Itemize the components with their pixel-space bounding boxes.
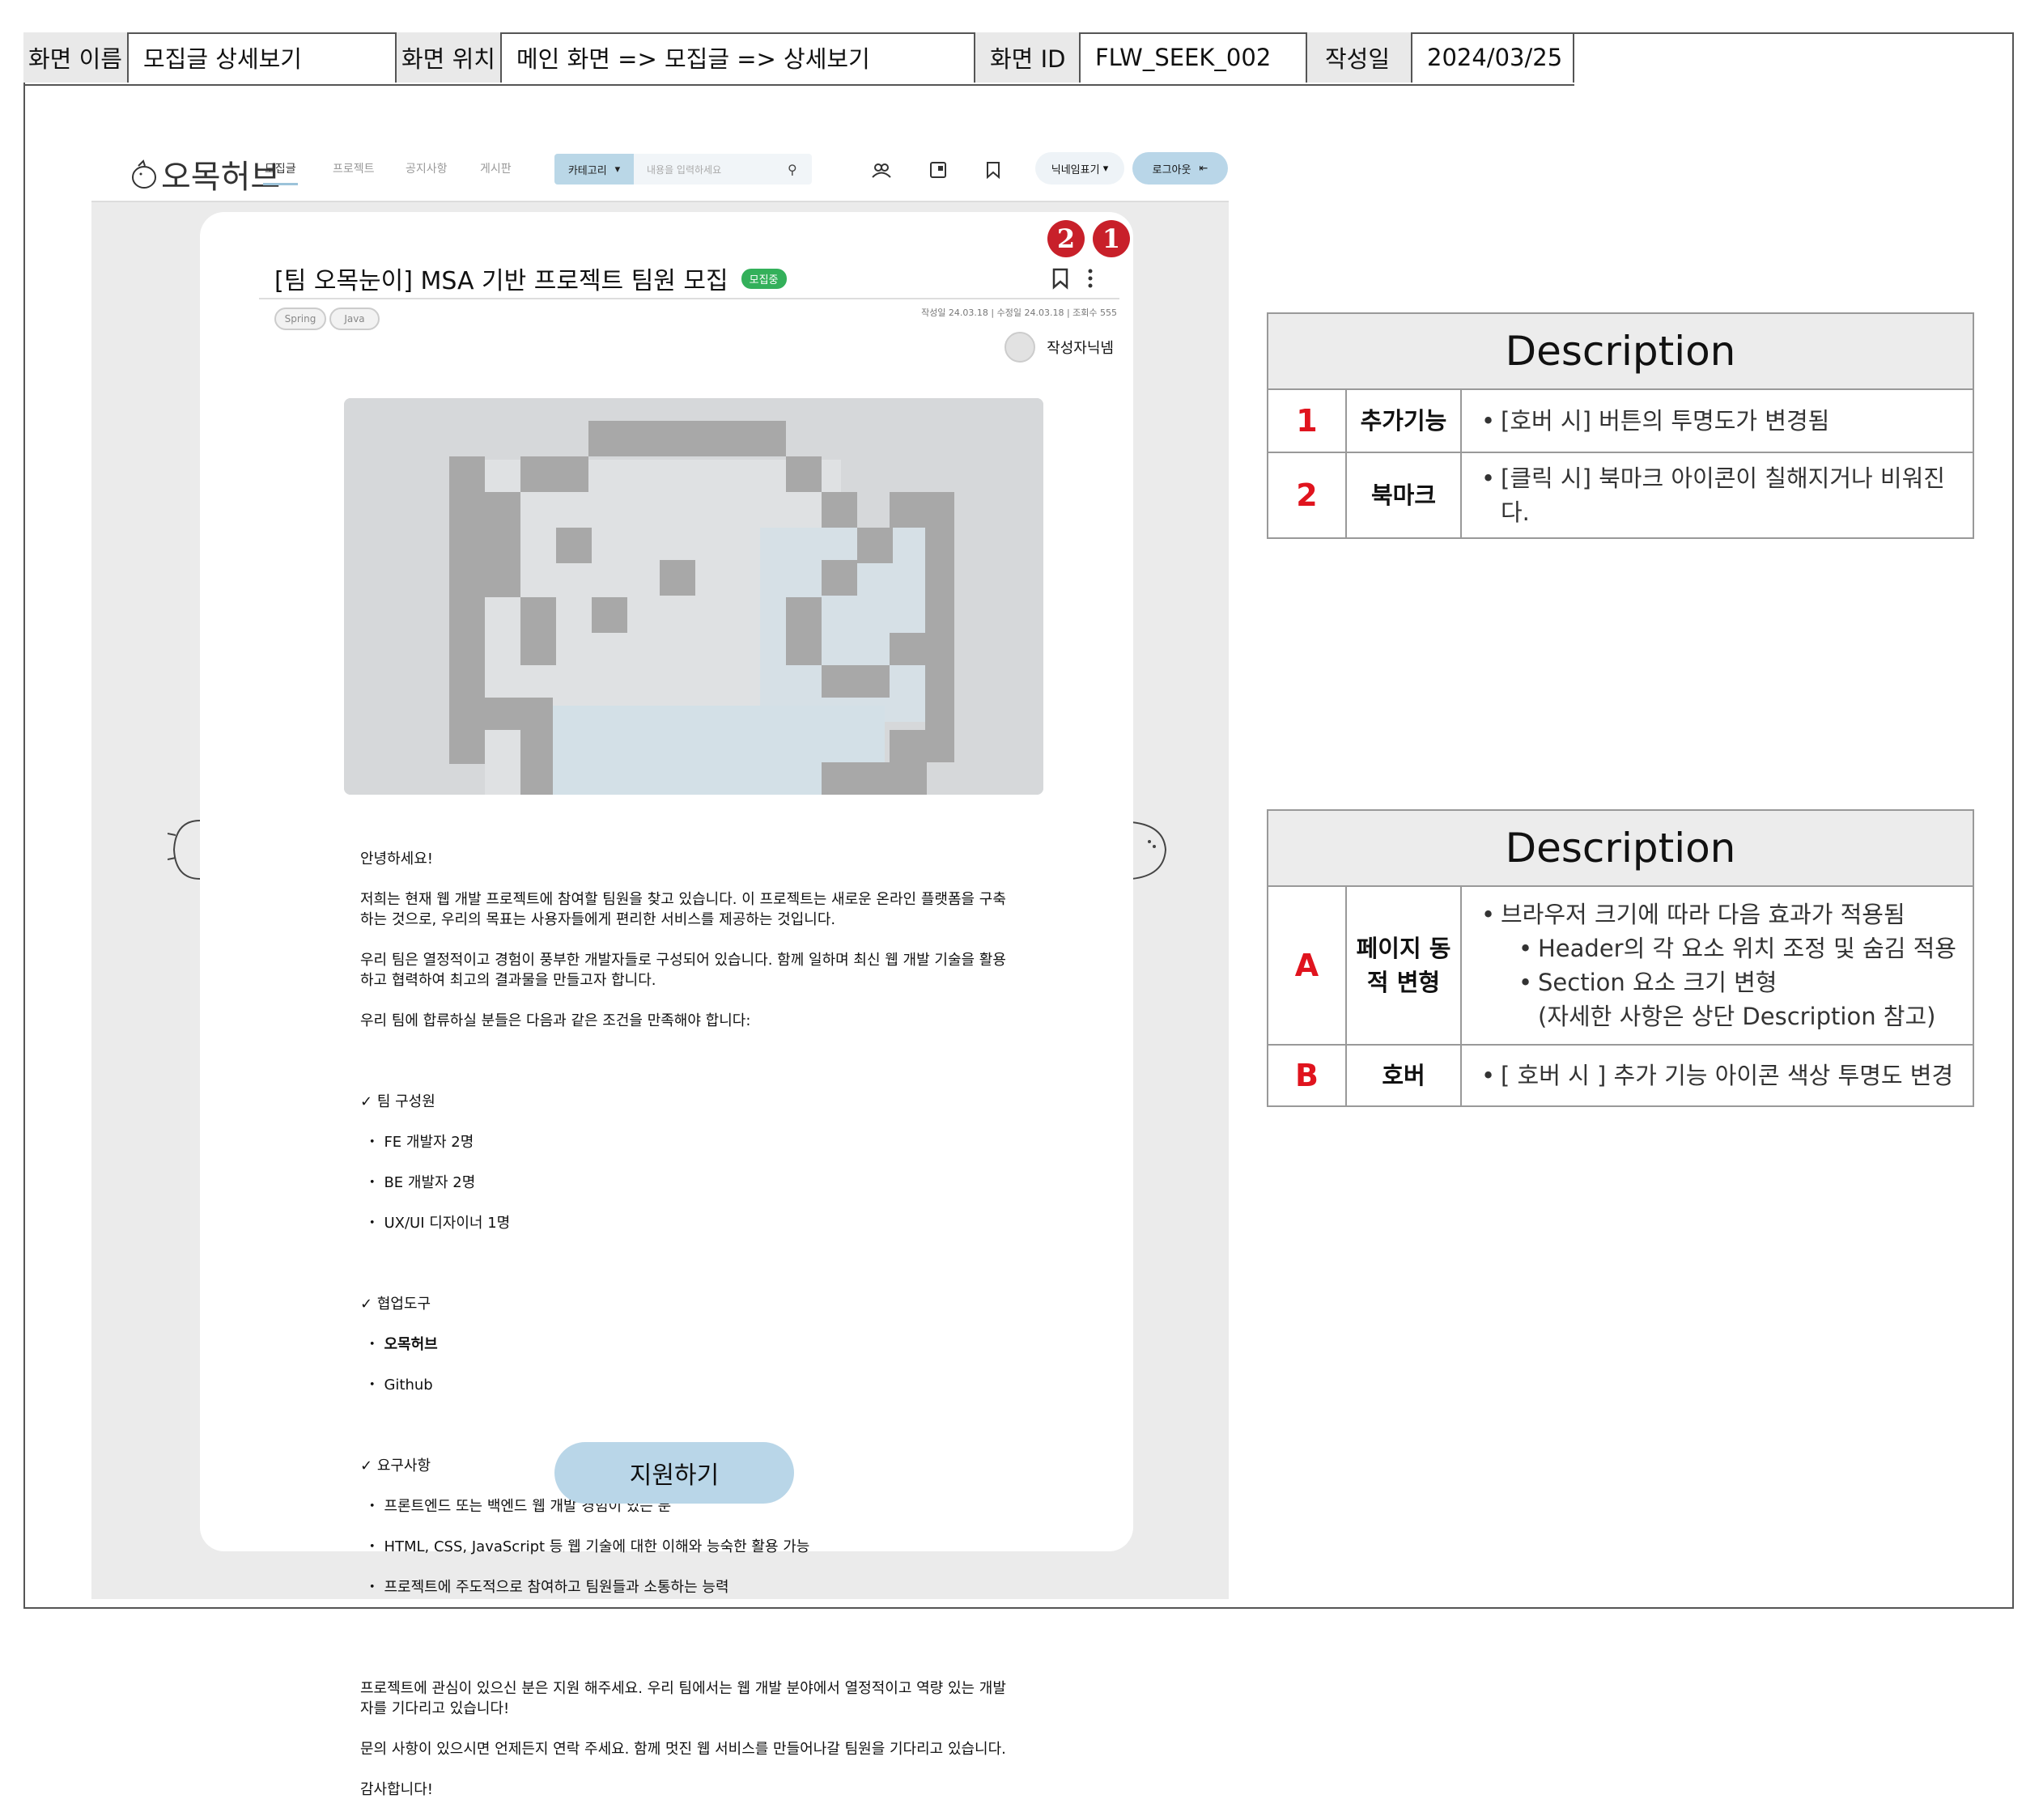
row-name: 북마크 <box>1347 453 1462 537</box>
list-item: ・ FE 개발자 2명 <box>360 1134 474 1151</box>
list-item: ・ Github <box>360 1377 433 1394</box>
tag-java[interactable]: Java <box>329 308 380 330</box>
check-icon: ✓ <box>360 1093 377 1110</box>
screen-id-label: 화면 ID <box>975 32 1081 83</box>
row-number: B <box>1268 1046 1347 1105</box>
row-text: •[ 호버 시 ] 추가 기능 아이콘 색상 투명도 변경 <box>1481 1062 1954 1089</box>
logout-icon: ⇤ <box>1199 162 1208 175</box>
search-icon[interactable]: ⚲ <box>788 162 812 177</box>
apply-button[interactable]: 지원하기 <box>554 1442 794 1504</box>
screen-loc-label: 화면 위치 <box>397 32 502 83</box>
caret-down-icon: ▾ <box>614 163 621 176</box>
nickname-label: 닉네임표기 <box>1051 163 1100 176</box>
screen-id: FLW_SEEK_002 <box>1081 32 1307 83</box>
row-text: • [호버 시] 버튼의 투명도가 변경됨 <box>1481 407 1830 435</box>
logo[interactable]: 오목허브 <box>130 151 280 197</box>
screen-loc: 메인 화면 => 모집글 => 상세보기 <box>502 32 975 83</box>
body-greeting: 안녕하세요! <box>360 851 434 868</box>
row-text: • 브라우저 크기에 따라 다음 효과가 적용됨 • Header의 각 요소 위치… <box>1481 901 1956 1030</box>
bird-logo-icon <box>132 159 156 189</box>
tools-title: ✓ 협업도구 <box>360 1296 431 1313</box>
post-title-row: [팀 오목눈이] MSA 기반 프로젝트 팀원 모집 모집중 <box>274 261 787 296</box>
date-value: 2024/03/25 <box>1412 32 1574 83</box>
list-item: ・ HTML, CSS, JavaScript 등 웹 기술에 대한 이해와 능… <box>360 1538 810 1555</box>
marker-1: 1 <box>1093 220 1130 257</box>
bird-right-decoration-icon <box>1132 821 1167 880</box>
marker-2: 2 <box>1047 220 1085 257</box>
post-meta: 작성일 24.03.18 | 수정일 24.03.18 | 조회수 555 <box>921 308 1117 318</box>
check-icon: ✓ <box>360 1457 377 1474</box>
pixel-bird-image <box>344 398 1043 795</box>
body-intro: 저희는 현재 웹 개발 프로젝트에 참여할 팀원을 찾고 있습니다. 이 프로젝… <box>360 891 1006 928</box>
logo-text: 오목허브 <box>161 159 281 196</box>
search-input[interactable]: 내용을 입력하세요 <box>634 163 788 176</box>
description-title: Description <box>1268 811 1973 887</box>
author-info[interactable]: 작성자닉넴 <box>1005 332 1114 363</box>
row-name: 추가기능 <box>1347 390 1462 452</box>
caret-down-icon: ▾ <box>1099 162 1109 175</box>
table-row: 2 북마크 • [클릭 시] 북마크 아이콘이 칠해지거나 비워진다. <box>1268 453 1973 537</box>
row-name: 호버 <box>1347 1046 1462 1105</box>
post-image <box>344 398 1043 795</box>
category-label: 카테고리 <box>567 164 607 177</box>
post-body: 안녕하세요! 저희는 현재 웹 개발 프로젝트에 참여할 팀원을 찾고 있습니다… <box>360 829 1008 1820</box>
team-icon[interactable] <box>870 159 893 181</box>
category-dropdown[interactable]: 카테고리 ▾ <box>554 154 634 185</box>
post-card: [팀 오목눈이] MSA 기반 프로젝트 팀원 모집 모집중 2 1 Sprin… <box>200 212 1133 1798</box>
body-closing2: 문의 사항이 있으시면 언제든지 연락 주세요. 함께 멋진 웹 서비스를 만들… <box>360 1741 1006 1758</box>
row-number: 1 <box>1268 390 1347 452</box>
body-team-desc: 우리 팀은 열정적이고 경험이 풍부한 개발자들로 구성되어 있습니다. 함께 … <box>360 952 1006 989</box>
nav-recruit[interactable]: 모집글 <box>263 160 298 185</box>
tag-spring[interactable]: Spring <box>274 308 326 330</box>
bird-left-decoration-icon <box>168 820 200 880</box>
screen-name-label: 화면 이름 <box>23 32 129 83</box>
logout-label: 로그아웃 <box>1152 163 1191 176</box>
body-closing1: 프로젝트에 관심이 있으신 분은 지원 해주세요. 우리 팀에서는 웹 개발 분… <box>360 1680 1006 1717</box>
members-title: ✓ 팀 구성원 <box>360 1093 435 1110</box>
list-item: ・ UX/UI 디자이너 1명 <box>360 1215 511 1232</box>
date-label: 작성일 <box>1307 32 1412 83</box>
description-title: Description <box>1268 314 1973 390</box>
title-divider <box>259 298 1119 299</box>
table-row: 1 추가기능 • [호버 시] 버튼의 투명도가 변경됨 <box>1268 390 1973 453</box>
list-item: ・ BE 개발자 2명 <box>360 1174 476 1191</box>
more-options-icon[interactable] <box>1087 267 1094 290</box>
logout-button[interactable]: 로그아웃 ⇤ <box>1132 152 1228 185</box>
table-row: B 호버 •[ 호버 시 ] 추가 기능 아이콘 색상 투명도 변경 <box>1268 1046 1973 1105</box>
body-condition: 우리 팀에 합류하실 분들은 다음과 같은 조건을 만족해야 합니다: <box>360 1012 751 1029</box>
row-text: • [클릭 시] 북마크 아이콘이 칠해지거나 비워진다. <box>1481 465 1945 526</box>
app-screenshot: 오목허브 모집글 프로젝트 공지사항 게시판 카테고리 ▾ 내용을 입력하세요 ⚲… <box>91 139 1229 1798</box>
description-table-1: Description 1 추가기능 • [호버 시] 버튼의 투명도가 변경됨 … <box>1267 312 1974 539</box>
table-row: A 페이지 동적 변형 • 브라우저 크기에 따라 다음 효과가 적용됨 • Hea… <box>1268 887 1973 1046</box>
nickname-menu[interactable]: 닉네임표기 ▾ <box>1035 152 1124 185</box>
list-item: ・ 프로젝트에 주도적으로 참여하고 팀원들과 소통하는 능력 <box>360 1579 729 1596</box>
description-table-2: Description A 페이지 동적 변형 • 브라우저 크기에 따라 다음 … <box>1267 809 1974 1107</box>
avatar <box>1005 332 1036 363</box>
check-icon: ✓ <box>360 1296 377 1313</box>
body-thanks: 감사합니다! <box>360 1781 434 1798</box>
project-board-icon[interactable] <box>927 159 949 181</box>
spec-header-table: 화면 이름 모집글 상세보기 화면 위치 메인 화면 => 모집글 => 상세보… <box>23 32 1574 86</box>
author-name: 작성자닉넴 <box>1047 340 1114 357</box>
row-number: A <box>1268 887 1347 1044</box>
nav-board[interactable]: 게시판 <box>480 160 512 176</box>
row-name: 페이지 동적 변형 <box>1347 887 1462 1044</box>
bookmark-icon[interactable] <box>1051 267 1069 290</box>
bookmark-header-icon[interactable] <box>982 159 1005 181</box>
status-badge: 모집중 <box>741 268 787 289</box>
app-header: 오목허브 모집글 프로젝트 공지사항 게시판 카테고리 ▾ 내용을 입력하세요 ⚲… <box>91 139 1229 202</box>
nav-project[interactable]: 프로젝트 <box>333 160 375 176</box>
search-bar: 카테고리 ▾ 내용을 입력하세요 ⚲ <box>554 154 812 185</box>
post-title: [팀 오목눈이] MSA 기반 프로젝트 팀원 모집 <box>274 267 728 295</box>
nav-notice[interactable]: 공지사항 <box>406 160 448 176</box>
list-item: ・ 오목허브 <box>360 1336 438 1353</box>
screen-name: 모집글 상세보기 <box>129 32 397 83</box>
row-number: 2 <box>1268 453 1347 537</box>
